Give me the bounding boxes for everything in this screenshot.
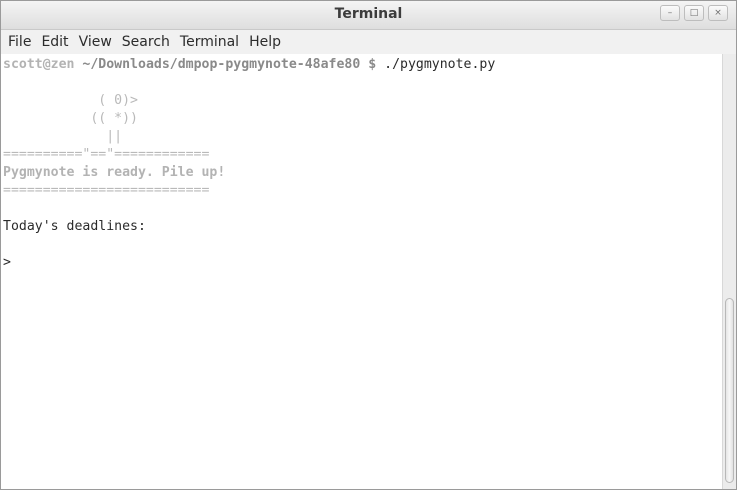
input-prompt: > bbox=[3, 255, 11, 270]
terminal-text: scott@zen ~/Downloads/dmpop-pygmynote-48… bbox=[1, 54, 722, 272]
ascii-art-line-3: || bbox=[3, 129, 123, 144]
ascii-art-line-1: ( 0)> bbox=[3, 93, 138, 108]
menu-terminal[interactable]: Terminal bbox=[177, 34, 246, 50]
vertical-scrollbar[interactable] bbox=[722, 54, 736, 489]
title-bar[interactable]: Terminal – □ × bbox=[1, 1, 736, 30]
menu-help[interactable]: Help bbox=[246, 34, 288, 50]
scrollbar-thumb[interactable] bbox=[725, 298, 734, 483]
menu-bar: File Edit View Search Terminal Help bbox=[1, 30, 736, 55]
command-text: ./pygmynote.py bbox=[376, 57, 496, 72]
rule-bottom: ========================== bbox=[3, 183, 210, 198]
ready-message: Pygmynote is ready. Pile up! bbox=[3, 165, 226, 180]
prompt-user: scott@zen bbox=[3, 57, 75, 72]
menu-edit[interactable]: Edit bbox=[38, 34, 75, 50]
minimize-button[interactable]: – bbox=[660, 5, 680, 21]
menu-search[interactable]: Search bbox=[119, 34, 177, 50]
menu-file[interactable]: File bbox=[5, 34, 38, 50]
close-button[interactable]: × bbox=[708, 5, 728, 21]
maximize-button[interactable]: □ bbox=[684, 5, 704, 21]
ascii-art-line-2: (( *)) bbox=[3, 111, 138, 126]
terminal-window: Terminal – □ × File Edit View Search Ter… bbox=[0, 0, 737, 490]
deadlines-heading: Today's deadlines: bbox=[3, 219, 146, 234]
rule-top: =========="=="============ bbox=[3, 147, 210, 162]
terminal-output[interactable]: scott@zen ~/Downloads/dmpop-pygmynote-48… bbox=[1, 54, 722, 489]
window-controls: – □ × bbox=[660, 5, 728, 21]
prompt-path: ~/Downloads/dmpop-pygmynote-48afe80 $ bbox=[82, 57, 377, 72]
menu-view[interactable]: View bbox=[76, 34, 119, 50]
window-title: Terminal bbox=[334, 6, 403, 22]
